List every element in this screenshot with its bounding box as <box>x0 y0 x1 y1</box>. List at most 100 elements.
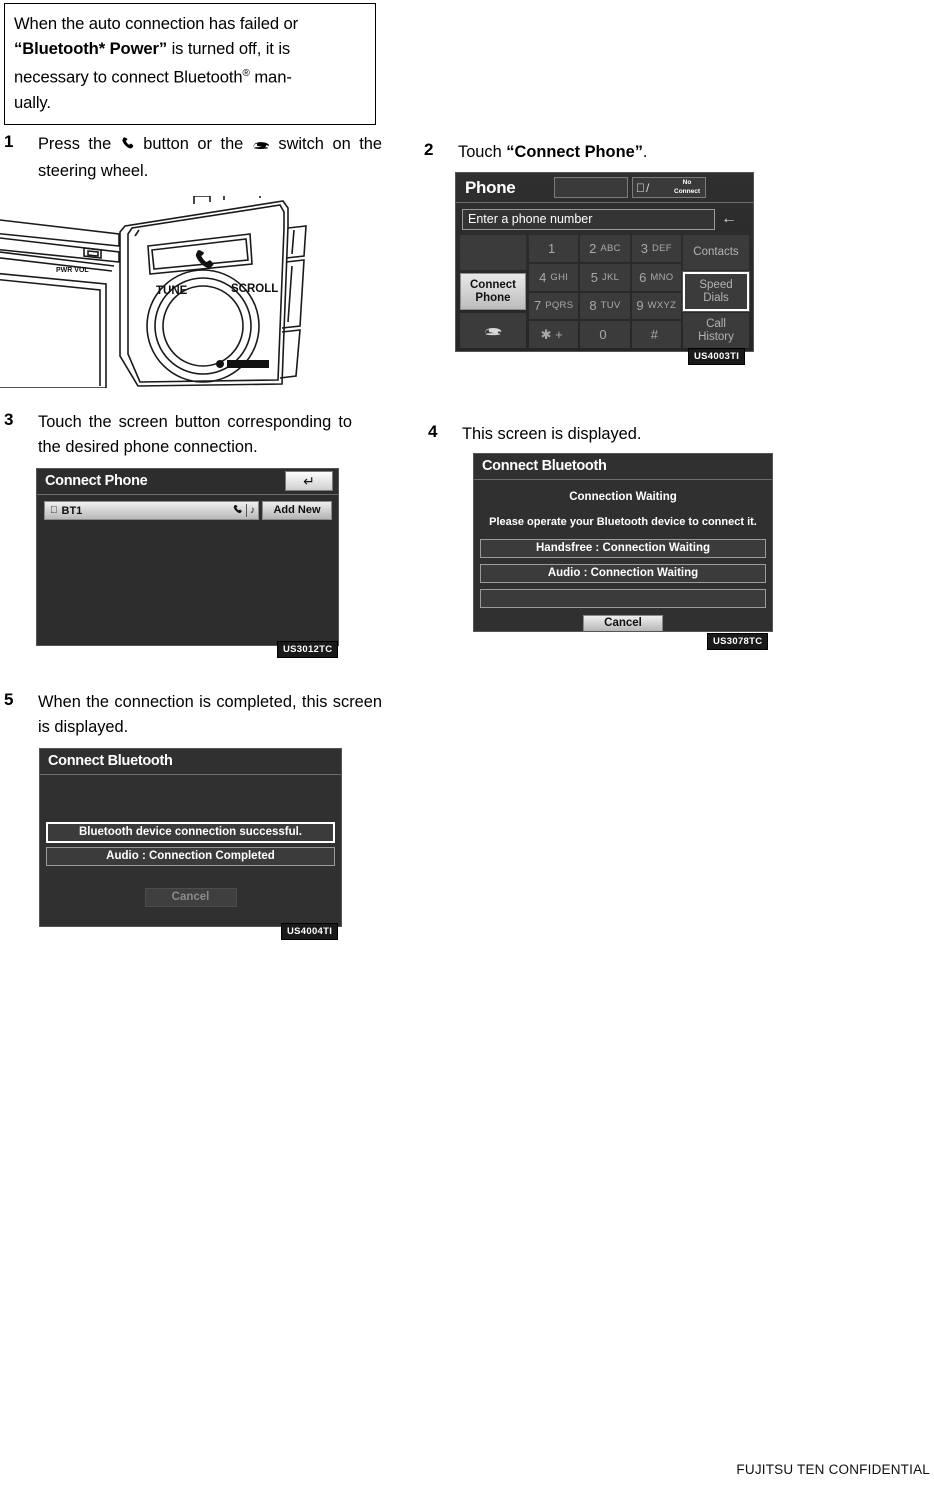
dial-keypad: 1 2 ABC 3 DEF 4 GHI 5 JKL 6 MNO 7 PQRS 8 TUV 9W… <box>529 235 681 348</box>
cancel-button-disabled: Cancel <box>144 888 237 907</box>
figure-code-us4003ti: US4003TI <box>688 348 746 365</box>
notice-line-4: ually. <box>14 92 51 112</box>
paired-device-row[interactable]:  BT1 ♪ <box>44 501 259 520</box>
cb-done-header: Connect Bluetooth <box>40 749 341 775</box>
key-letters: PQRS <box>545 300 574 312</box>
illustration-label-power: PWR VOL <box>56 267 89 274</box>
no-connect-line-2: Connect <box>674 187 700 195</box>
step-5: 5 When the connection is completed, this… <box>4 690 382 740</box>
connect-bluetooth-waiting-screen: Connect Bluetooth Connection Waiting Ple… <box>473 453 773 632</box>
step-2-bold-term: “Connect Phone” <box>506 143 643 161</box>
notice-box: When the auto connection has failed or “… <box>4 3 376 125</box>
hangup-button[interactable] <box>460 313 526 348</box>
notice-text: When the auto connection has failed or “… <box>14 11 366 115</box>
step-5-text: When the connection is completed, this s… <box>38 693 382 736</box>
keypad-key[interactable]: ✱ + <box>529 321 579 348</box>
empty-status-bar <box>480 589 766 608</box>
key-digit: 9 <box>636 298 644 314</box>
step-2-number: 2 <box>424 140 434 159</box>
phone-screen-title: Phone <box>465 178 516 197</box>
phone-right-button-column: Contacts Speed Dials Call History <box>682 235 750 348</box>
audio-status-bar: Audio : Connection Waiting <box>480 564 766 583</box>
cb-waiting-instruction: Please operate your Bluetooth device to … <box>489 516 757 528</box>
step-1-text-b: button or the <box>134 135 252 153</box>
connect-phone-label-line-2: Phone <box>475 291 511 304</box>
device-name: BT1 <box>54 504 83 517</box>
key-digit: # <box>650 327 658 343</box>
cb-waiting-header: Connect Bluetooth <box>474 454 772 480</box>
keypad-key[interactable]: 0 <box>580 321 630 348</box>
keypad-key[interactable]: 6 MNO <box>631 263 681 291</box>
step-5-number: 5 <box>4 690 14 709</box>
speed-dials-label-line-1: Speed <box>699 278 733 291</box>
backspace-arrow-icon[interactable]: ← <box>713 209 745 230</box>
call-history-button[interactable]: Call History <box>683 313 749 348</box>
phone-number-input[interactable]: Enter a phone number <box>462 209 715 230</box>
phone-left-button-column: Connect Phone <box>460 235 526 348</box>
step-4: 4 This screen is displayed. <box>428 422 768 447</box>
connect-phone-header: Connect Phone ↵ <box>37 469 338 495</box>
cancel-button[interactable]: Cancel <box>583 615 663 631</box>
keypad-key[interactable]: # <box>631 321 681 348</box>
key-digit: 6 <box>639 269 647 285</box>
step-1-number: 1 <box>4 132 14 151</box>
illustration-label-tune: TUNE <box>156 285 188 297</box>
bluetooth-icon:  <box>50 505 58 516</box>
step-4-text: This screen is displayed. <box>462 425 642 443</box>
contacts-button[interactable]: Contacts <box>683 235 749 270</box>
keypad-key[interactable]: 5 JKL <box>580 263 630 291</box>
keypad-key[interactable]: 9 WXYZ <box>631 292 681 320</box>
notice-line-3-b: man- <box>249 67 292 87</box>
keypad-key[interactable]: 7 PQRS <box>529 292 579 320</box>
add-new-button[interactable]: Add New <box>262 501 332 520</box>
notice-line-2-rest: is turned off, it is <box>167 39 291 58</box>
key-letters: GHI <box>550 271 569 283</box>
connect-bluetooth-completed-screen: Connect Bluetooth Bluetooth device conne… <box>39 748 342 927</box>
step-2-text-c: . <box>642 143 648 161</box>
keypad-key[interactable]: 2 ABC <box>580 235 630 262</box>
key-letters: ABC <box>600 242 621 254</box>
connect-phone-button[interactable]: Connect Phone <box>460 273 526 310</box>
call-history-label-line-2: History <box>698 330 734 343</box>
key-letters: JKL <box>601 271 620 283</box>
handsfree-status-bar: Handsfree : Connection Waiting <box>480 539 766 558</box>
back-arrow-icon[interactable]: ↵ <box>285 471 333 491</box>
keypad-key[interactable]: 3 DEF <box>631 235 681 262</box>
key-digit: 1 <box>548 240 556 256</box>
audio-connection-completed-bar: Audio : Connection Completed <box>46 847 335 866</box>
music-note-icon: ♪ <box>250 505 255 516</box>
step-2-text: Touch “Connect Phone”. <box>458 140 764 165</box>
no-connect-status: No Connect <box>672 179 702 196</box>
figure-code-us4004ti: US4004TI <box>281 923 339 940</box>
keypad-key[interactable]: 1 <box>529 235 579 262</box>
key-digit: 5 <box>590 269 598 285</box>
cb-waiting-status-bars: Handsfree : Connection Waiting Audio : C… <box>474 539 772 608</box>
step-3-number: 3 <box>4 410 14 429</box>
figure-code-us3078tc: US3078TC <box>707 633 769 650</box>
illustration-label-scroll: SCROLL <box>231 283 278 295</box>
key-digit: 7 <box>533 298 542 314</box>
keypad-key[interactable]: 4 GHI <box>529 263 579 291</box>
step-4-number: 4 <box>428 422 438 441</box>
key-letters: TUV <box>600 300 621 312</box>
step-2: 2 Touch “Connect Phone”. <box>424 140 764 165</box>
key-digit: 3 <box>640 240 648 256</box>
key-digit: 0 <box>599 327 607 343</box>
off-hook-phone-icon <box>252 134 270 159</box>
key-letters: MNO <box>650 271 674 283</box>
step-2-text-a: Touch <box>458 143 507 161</box>
connect-phone-label-line-1: Connect <box>470 278 516 291</box>
device-connection-successful-bar: Bluetooth device connection successful. <box>46 822 335 843</box>
header-status-box:  / NoConnect <box>632 177 706 198</box>
step-1-text-a: Press the <box>38 135 120 153</box>
cb-waiting-status-line: Connection Waiting <box>569 491 677 503</box>
speed-dials-label-line-2: Dials <box>703 291 729 304</box>
cb-done-title: Connect Bluetooth <box>48 753 173 769</box>
key-letters: DEF <box>651 242 672 254</box>
keypad-key[interactable]: 8 TUV <box>580 292 630 320</box>
hangup-phone-icon <box>482 322 504 339</box>
speed-dials-button[interactable]: Speed Dials <box>682 271 750 312</box>
left-blank-button[interactable] <box>460 235 526 270</box>
bluetooth-icon:  <box>636 182 645 194</box>
phone-keypad-screen: Phone  / NoConnect Enter a phone number… <box>455 172 754 352</box>
